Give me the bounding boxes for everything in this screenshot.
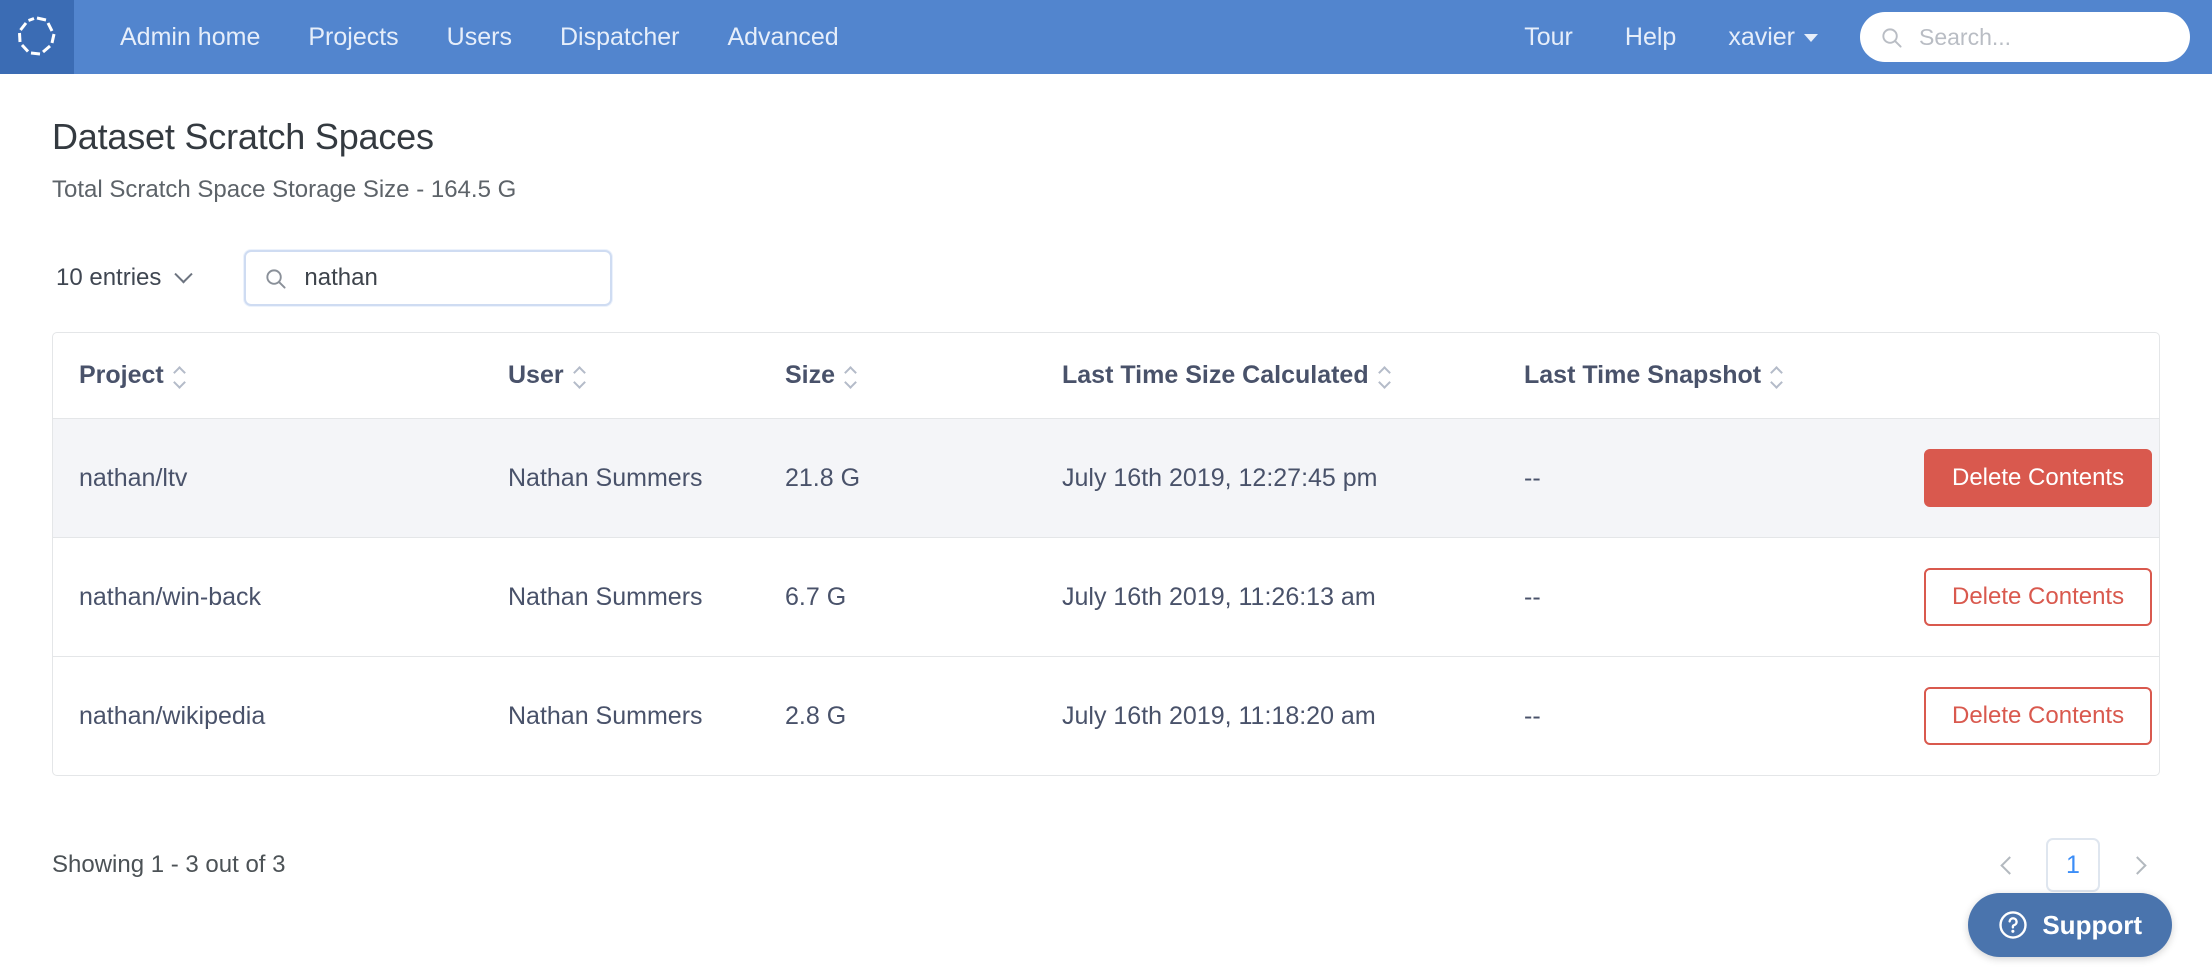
- nav-item-advanced[interactable]: Advanced: [703, 0, 862, 74]
- table-controls: 10 entries: [52, 250, 2160, 306]
- secondary-nav: Tour Help xavier: [1498, 0, 2212, 74]
- column-label-last-time-snapshot: Last Time Snapshot: [1524, 361, 1762, 389]
- cell-last-time-size-calculated: July 16th 2019, 11:18:20 am: [1062, 701, 1376, 730]
- table-search-input[interactable]: [302, 263, 593, 293]
- cell-project: nathan/ltv: [53, 418, 508, 538]
- table-row[interactable]: nathan/win-back Nathan Summers 6.7 G Jul…: [53, 537, 2159, 657]
- page-subtitle: Total Scratch Space Storage Size - 164.5…: [52, 176, 517, 203]
- search-icon: [266, 268, 286, 289]
- aperture-spinner-logo-icon: [18, 16, 56, 56]
- app-window: Admin home Projects Users Dispatcher Adv…: [0, 0, 2212, 979]
- pagination: 1: [1986, 838, 2160, 892]
- delete-contents-button[interactable]: Delete Contents: [1924, 449, 2153, 507]
- page-content: Dataset Scratch Spaces Total Scratch Spa…: [0, 116, 2212, 892]
- column-header-user[interactable]: User: [508, 333, 785, 419]
- column-header-project[interactable]: Project: [53, 333, 508, 419]
- global-search-input[interactable]: [1917, 22, 2170, 52]
- showing-count: Showing 1 - 3 out of 3: [52, 851, 286, 878]
- table-footer: Showing 1 - 3 out of 3 1: [52, 838, 2160, 892]
- nav-item-admin-home[interactable]: Admin home: [96, 0, 284, 74]
- global-search[interactable]: [1860, 12, 2190, 62]
- pagination-page-1[interactable]: 1: [2046, 838, 2100, 892]
- cell-user: Nathan Summers: [508, 701, 703, 730]
- brand-logo[interactable]: [0, 0, 74, 74]
- sort-updown-icon[interactable]: [1380, 367, 1391, 385]
- entries-per-page-label: 10 entries: [56, 264, 162, 291]
- chevron-right-icon: [2127, 855, 2147, 875]
- cell-last-time-size-calculated: July 16th 2019, 12:27:45 pm: [1062, 418, 1524, 538]
- cell-last-time-snapshot: --: [1524, 537, 1924, 657]
- cell-size: 21.8 G: [785, 418, 1062, 538]
- table-header: Project User Size Last Time Size Calcula…: [53, 333, 2159, 419]
- caret-down-icon: [1804, 34, 1818, 42]
- nav-item-tour[interactable]: Tour: [1498, 0, 1599, 74]
- nav-item-users[interactable]: Users: [423, 0, 536, 74]
- column-header-size[interactable]: Size: [785, 333, 1062, 419]
- pagination-prev-button[interactable]: [1986, 842, 2032, 888]
- sort-updown-icon[interactable]: [175, 367, 186, 385]
- chevron-left-icon: [1999, 855, 2019, 875]
- page-title: Dataset Scratch Spaces: [52, 116, 434, 157]
- sort-updown-icon[interactable]: [575, 367, 586, 385]
- pagination-next-button[interactable]: [2114, 842, 2160, 888]
- table-row[interactable]: nathan/ltv Nathan Summers 21.8 G July 16…: [53, 418, 2159, 538]
- cell-project: nathan/wikipedia: [79, 701, 266, 730]
- scratch-spaces-table: Project User Size Last Time Size Calcula…: [52, 332, 2160, 776]
- user-menu-label: xavier: [1728, 23, 1795, 51]
- table-row[interactable]: nathan/wikipedia Nathan Summers 2.8 G Ju…: [53, 657, 2159, 776]
- support-button-label: Support: [2042, 909, 2142, 940]
- cell-actions: Delete Contents: [1924, 537, 2159, 657]
- delete-contents-button[interactable]: Delete Contents: [1924, 568, 2153, 626]
- cell-last-time-size-calculated: July 16th 2019, 11:26:13 am: [1062, 537, 1524, 657]
- sort-updown-icon[interactable]: [846, 367, 857, 385]
- table-header-row: Project User Size Last Time Size Calcula…: [53, 333, 2159, 419]
- question-circle-icon: [1998, 910, 2028, 940]
- table-search[interactable]: [244, 250, 613, 306]
- chevron-down-icon: [174, 264, 194, 283]
- nav-item-help[interactable]: Help: [1599, 0, 1702, 74]
- column-header-last-time-snapshot[interactable]: Last Time Snapshot: [1524, 333, 1924, 419]
- user-menu[interactable]: xavier: [1702, 0, 1844, 74]
- top-navbar: Admin home Projects Users Dispatcher Adv…: [0, 0, 2212, 74]
- column-label-project: Project: [79, 361, 164, 389]
- cell-actions: Delete Contents: [1924, 657, 2159, 776]
- sort-updown-icon[interactable]: [1772, 367, 1783, 385]
- primary-nav: Admin home Projects Users Dispatcher Adv…: [96, 0, 863, 74]
- table-body: nathan/ltv Nathan Summers 21.8 G July 16…: [53, 418, 2159, 776]
- column-header-actions: [1924, 333, 2159, 419]
- cell-project: nathan/win-back: [53, 537, 508, 657]
- nav-item-dispatcher[interactable]: Dispatcher: [536, 0, 704, 74]
- cell-size: 2.8 G: [785, 701, 847, 730]
- column-header-last-time-size-calculated[interactable]: Last Time Size Calculated: [1062, 333, 1524, 419]
- search-icon: [1882, 27, 1902, 48]
- cell-size: 6.7 G: [785, 537, 1062, 657]
- column-label-user: User: [508, 361, 564, 389]
- support-button[interactable]: Support: [1968, 893, 2172, 957]
- cell-user: Nathan Summers: [508, 537, 785, 657]
- entries-per-page-select[interactable]: 10 entries: [52, 258, 194, 298]
- delete-contents-button[interactable]: Delete Contents: [1924, 687, 2153, 745]
- cell-actions: Delete Contents: [1924, 418, 2159, 538]
- cell-last-time-snapshot: --: [1524, 701, 1541, 730]
- column-label-size: Size: [785, 361, 836, 389]
- nav-item-projects[interactable]: Projects: [284, 0, 422, 74]
- cell-last-time-snapshot: --: [1524, 418, 1924, 538]
- cell-user: Nathan Summers: [508, 418, 785, 538]
- column-label-last-time-size-calculated: Last Time Size Calculated: [1062, 361, 1369, 389]
